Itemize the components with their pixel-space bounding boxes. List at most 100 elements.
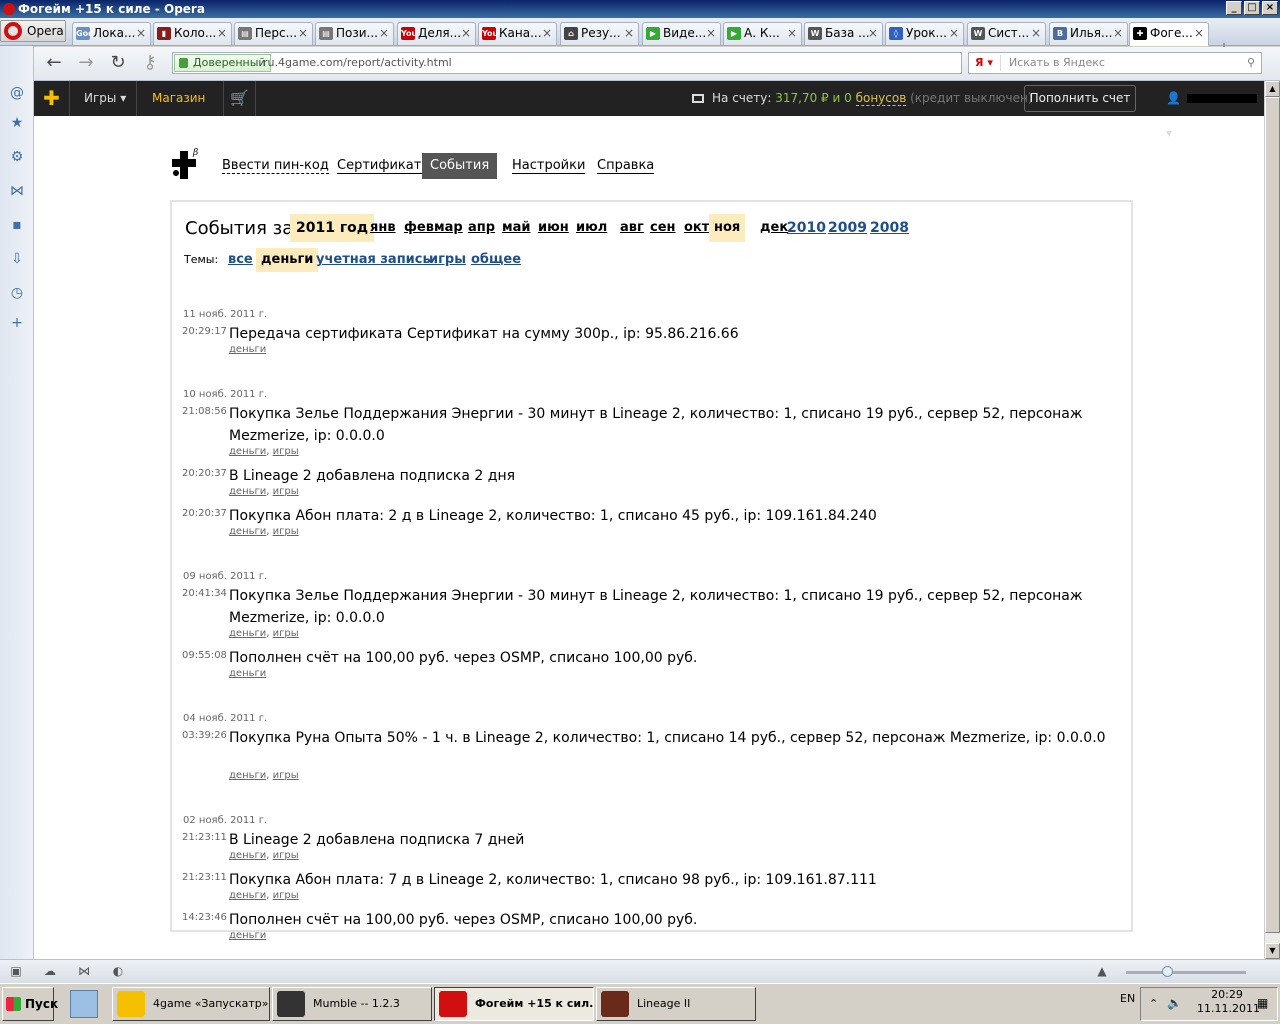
trusted-badge[interactable]: Доверенный	[174, 54, 271, 72]
mail-icon[interactable]: @	[8, 84, 26, 102]
tab-item[interactable]: ⌂ Резу... ×	[560, 22, 639, 45]
tag-link[interactable]: деньги	[229, 446, 266, 457]
url-text[interactable]: ru.4game.com/report/activity.html	[263, 53, 452, 73]
vertical-scrollbar[interactable]: ▲ ▼	[1264, 81, 1280, 959]
tab-close-icon[interactable]: ×	[706, 23, 716, 44]
tag-link[interactable]: деньги	[229, 930, 266, 941]
tag-link[interactable]: деньги	[229, 344, 266, 355]
start-button[interactable]: Пуск	[2, 987, 58, 1021]
scroll-down-arrow-icon[interactable]: ▼	[1265, 943, 1280, 959]
minimize-button[interactable]: _	[1226, 1, 1242, 15]
tab-item[interactable]: ▮ Коло... ×	[153, 22, 232, 45]
tab-close-icon[interactable]: ×	[298, 23, 308, 44]
year-link[interactable]: 2010	[787, 214, 826, 242]
tab-item[interactable]: God Лока... ×	[72, 22, 151, 45]
tag-link[interactable]: игры	[273, 446, 299, 457]
tab-close-icon[interactable]: ×	[1194, 23, 1204, 44]
user-menu[interactable]: 👤 ▾	[1158, 81, 1264, 140]
wand-key-icon[interactable]: ⚷	[138, 53, 162, 75]
bonuses-link[interactable]: бонусов	[855, 91, 907, 106]
month-link[interactable]: ноя	[709, 214, 746, 242]
share-icon[interactable]: ⋈	[76, 963, 92, 979]
history-clock-icon[interactable]: ◷	[8, 284, 26, 302]
search-engine-selector[interactable]: Я ▾	[971, 55, 1001, 71]
share-icon[interactable]: ⋈	[8, 182, 26, 200]
tab-close-icon[interactable]: ×	[136, 23, 146, 44]
tab-item[interactable]: You Кана... ×	[478, 22, 557, 45]
tab-item[interactable]: ▤ Пози... ×	[315, 22, 394, 45]
tag-link[interactable]: деньги	[229, 526, 266, 537]
tag-link[interactable]: деньги	[229, 770, 266, 781]
subnav-pin[interactable]: Ввести пин-код	[222, 153, 329, 179]
tab-item[interactable]: W База ... ×	[804, 22, 883, 45]
forward-arrow-icon[interactable]: →	[74, 53, 98, 75]
games-menu[interactable]: Игры ▾	[70, 81, 137, 116]
tab-close-icon[interactable]: ×	[624, 23, 634, 44]
tab-item[interactable]: В Илья... ×	[1049, 22, 1128, 45]
bookmarks-star-icon[interactable]: ★	[8, 114, 26, 132]
tag-link[interactable]: деньги	[229, 890, 266, 901]
shop-link[interactable]: Магазин	[137, 81, 224, 116]
theme-filter[interactable]: учетная запись	[316, 248, 431, 272]
tab-close-icon[interactable]: ×	[217, 23, 227, 44]
4game-beta-logo[interactable]: β	[168, 147, 202, 183]
volume-icon[interactable]: 🔈	[1167, 996, 1182, 1010]
tag-link[interactable]: деньги	[229, 628, 266, 639]
zoom-up-icon[interactable]: ▲	[1094, 963, 1110, 979]
4game-logo-icon[interactable]: ✚	[34, 81, 70, 116]
subnav-certificates[interactable]: Сертификаты	[337, 153, 432, 179]
notes-icon[interactable]: ▪	[8, 216, 26, 234]
zoom-knob[interactable]	[1162, 966, 1173, 977]
month-link[interactable]: сен	[650, 214, 676, 242]
subnav-settings[interactable]: Настройки	[512, 153, 586, 179]
month-link[interactable]: май	[502, 214, 531, 242]
search-icon[interactable]: ⚲	[1247, 53, 1255, 73]
tray-expand-icon[interactable]: ⌃	[1149, 997, 1158, 1010]
theme-filter[interactable]: все	[228, 248, 253, 272]
theme-filter[interactable]: общее	[471, 248, 521, 272]
tag-link[interactable]: игры	[273, 850, 299, 861]
month-link[interactable]: мар	[434, 214, 463, 242]
taskbar-item[interactable]: Lineage II	[596, 987, 756, 1021]
tab-close-icon[interactable]: ×	[1031, 23, 1041, 44]
tab-item[interactable]: ▶ Виде... ×	[642, 22, 721, 45]
theme-filter[interactable]: игры	[429, 248, 466, 272]
tab-close-icon[interactable]: ×	[379, 23, 389, 44]
taskbar-item[interactable]: Mumble -- 1.2.3	[272, 987, 432, 1021]
zoom-slider[interactable]	[1126, 966, 1246, 977]
opera-unite-icon[interactable]: ☁	[42, 963, 58, 979]
taskbar-item[interactable]: 4game «Запускатр»	[112, 987, 270, 1021]
month-link[interactable]: дек	[760, 214, 788, 242]
year-selector[interactable]: 2011 год	[290, 214, 375, 242]
quick-launch-icon[interactable]	[70, 990, 98, 1018]
tab-item[interactable]: ▶ А. К... ×	[723, 22, 802, 45]
month-link[interactable]: окт	[684, 214, 709, 242]
scroll-thumb[interactable]	[1265, 97, 1280, 933]
maximize-button[interactable]: □	[1244, 1, 1260, 15]
tab-close-icon[interactable]: ×	[542, 23, 552, 44]
subnav-events[interactable]: События	[422, 153, 498, 179]
tab-item[interactable]: ▤ Перс... ×	[234, 22, 313, 45]
opera-menu-button[interactable]: Opera	[0, 20, 66, 42]
scroll-up-arrow-icon[interactable]: ▲	[1265, 81, 1280, 97]
tab-item[interactable]: You Деля... ×	[397, 22, 476, 45]
tab-close-icon[interactable]: ×	[949, 23, 959, 44]
tab-close-icon[interactable]: ×	[461, 23, 471, 44]
tag-link[interactable]: игры	[273, 486, 299, 497]
month-link[interactable]: июн	[538, 214, 569, 242]
month-link[interactable]: апр	[468, 214, 495, 242]
back-arrow-icon[interactable]: ←	[42, 53, 66, 75]
language-indicator[interactable]: EN	[1120, 992, 1135, 1005]
clock[interactable]: 20:29 11.11.2011	[1197, 988, 1260, 1016]
month-link[interactable]: фев	[404, 214, 434, 242]
add-panel-icon[interactable]: +	[8, 314, 26, 332]
year-link[interactable]: 2008	[870, 214, 909, 242]
gear-icon[interactable]: ⚙	[8, 148, 26, 166]
search-input[interactable]: Искать в Яндекс	[1009, 53, 1105, 73]
tab-close-icon[interactable]: ×	[787, 23, 797, 44]
topup-button[interactable]: Пополнить счет	[1024, 85, 1136, 112]
theme-filter[interactable]: деньги	[256, 248, 319, 272]
panel-toggle-icon[interactable]: ▣	[8, 963, 24, 979]
tab-item[interactable]: ◊ Урок... ×	[885, 22, 964, 45]
tag-link[interactable]: деньги	[229, 668, 266, 679]
